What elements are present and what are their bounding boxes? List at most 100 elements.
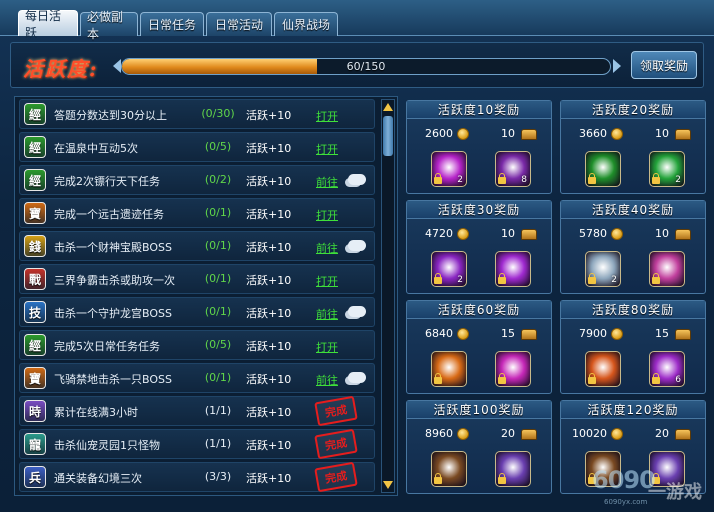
reward-item-icon[interactable]: [495, 351, 531, 387]
reward-item-icon[interactable]: [495, 451, 531, 487]
task-action-link[interactable]: 打开: [316, 273, 338, 289]
task-row: 戰三界争霸击杀或助攻一次 (0/1) 活跃+10 打开: [19, 264, 375, 294]
tab-5[interactable]: 仙界战场: [274, 12, 338, 36]
treasure-chest-icon: [675, 429, 691, 440]
site-watermark: 6090 一游戏 6090yx.com: [588, 466, 708, 510]
reward-title: 活跃度30奖励: [407, 201, 551, 219]
reward-gold-amount: 4720: [425, 227, 453, 240]
tab-3[interactable]: 日常任务: [140, 12, 204, 36]
scroll-down-icon[interactable]: [383, 481, 393, 489]
claim-reward-button[interactable]: 领取奖励: [631, 51, 697, 79]
task-progress: (0/30): [201, 107, 235, 120]
task-list-scrollbar[interactable]: [381, 99, 395, 493]
task-action-link[interactable]: 前往: [316, 306, 338, 322]
watermark-text: 一游戏: [648, 482, 702, 503]
task-category-icon: 寶: [24, 202, 46, 224]
task-progress: (0/1): [204, 272, 232, 285]
reward-item-icon[interactable]: [585, 351, 621, 387]
activity-progress-text: 60/150: [346, 60, 386, 73]
reward-box: 活跃度60奖励 6840 15: [406, 300, 552, 394]
task-points: 活跃+10: [246, 472, 292, 485]
activity-progress-bar: 60/150: [121, 58, 611, 75]
task-row: 時累计在线满3小时 (1/1) 活跃+10 完成: [19, 395, 375, 427]
task-action-link[interactable]: 打开: [316, 141, 338, 157]
task-points: 活跃+10: [246, 241, 292, 254]
task-progress: (0/5): [204, 338, 232, 351]
reward-gold-amount: 6840: [425, 327, 453, 340]
lock-icon: [588, 273, 596, 284]
task-action-link[interactable]: 前往: [316, 174, 338, 190]
task-list: 經答题分数达到30分以上 (0/30) 活跃+10 打开經在温泉中互动5次 (0/5) 活…: [14, 96, 398, 496]
item-quantity: 2: [675, 175, 681, 185]
reward-item-icon[interactable]: 8: [495, 151, 531, 187]
bar-left-arrow-icon: [113, 59, 121, 73]
reward-box: 活跃度10奖励 2600 10 2 8: [406, 100, 552, 194]
completed-stamp: 完成: [314, 395, 358, 427]
task-points: 活跃+10: [246, 340, 292, 353]
scroll-up-icon[interactable]: [383, 103, 393, 111]
task-row: 技击杀一个守护龙宫BOSS (0/1) 活跃+10 前往: [19, 297, 375, 327]
item-quantity: 8: [521, 175, 527, 185]
task-name: 击杀仙宠灵园1只怪物: [54, 439, 160, 452]
task-points: 活跃+10: [246, 142, 292, 155]
reward-item-icon[interactable]: 6: [649, 351, 685, 387]
reward-item-icon[interactable]: 2: [431, 151, 467, 187]
fly-cloud-icon[interactable]: [348, 240, 366, 251]
reward-box: 活跃度40奖励 5780 10 2: [560, 200, 706, 294]
task-progress: (0/1): [204, 371, 232, 384]
task-category-icon: 經: [24, 103, 46, 125]
reward-chest-count: 10: [501, 127, 515, 140]
scroll-thumb[interactable]: [383, 116, 393, 156]
reward-chest-count: 10: [655, 227, 669, 240]
lock-icon: [434, 173, 442, 184]
lock-icon: [434, 373, 442, 384]
reward-chest-count: 10: [501, 227, 515, 240]
tab-4[interactable]: 日常活动: [206, 12, 272, 36]
task-row: 錢击杀一个财神宝殿BOSS (0/1) 活跃+10 前往: [19, 231, 375, 261]
task-row: 經完成5次日常任务任务 (0/5) 活跃+10 打开: [19, 330, 375, 360]
task-points: 活跃+10: [246, 175, 292, 188]
reward-item-icon[interactable]: [431, 351, 467, 387]
task-action-link[interactable]: 打开: [316, 207, 338, 223]
reward-item-icon[interactable]: [431, 451, 467, 487]
reward-title: 活跃度40奖励: [561, 201, 705, 219]
window-frame: 每日活跃 必做副本 日常任务 日常活动 仙界战场 活跃度: 60/150 领取奖励 經答…: [0, 0, 714, 512]
reward-item-icon[interactable]: [585, 151, 621, 187]
reward-chest-count: 10: [655, 127, 669, 140]
task-name: 完成2次镖行天下任务: [54, 175, 160, 188]
task-category-icon: 經: [24, 169, 46, 191]
task-category-icon: 寵: [24, 433, 46, 455]
lock-icon: [498, 473, 506, 484]
fly-cloud-icon[interactable]: [348, 174, 366, 185]
reward-item-icon[interactable]: [495, 251, 531, 287]
treasure-chest-icon: [675, 329, 691, 340]
lock-icon: [434, 473, 442, 484]
task-name: 通关装备幻境三次: [54, 472, 142, 485]
reward-item-icon[interactable]: 2: [431, 251, 467, 287]
reward-box: 活跃度80奖励 7900 15 6: [560, 300, 706, 394]
tab-2[interactable]: 必做副本: [80, 10, 138, 41]
reward-box: 活跃度100奖励 8960 20: [406, 400, 552, 494]
reward-item-icon[interactable]: 2: [585, 251, 621, 287]
task-progress: (3/3): [204, 470, 232, 483]
reward-item-icon[interactable]: 2: [649, 151, 685, 187]
tab-bar: 每日活跃 必做副本 日常任务 日常活动 仙界战场: [18, 9, 338, 41]
gold-coin-icon: [611, 128, 623, 140]
task-points: 活跃+10: [246, 109, 292, 122]
lock-icon: [652, 373, 660, 384]
fly-cloud-icon[interactable]: [348, 372, 366, 383]
task-action-link[interactable]: 打开: [316, 108, 338, 124]
reward-item-icon[interactable]: [649, 251, 685, 287]
task-name: 击杀一个守护龙宫BOSS: [54, 307, 172, 320]
item-quantity: 2: [611, 275, 617, 285]
task-action-link[interactable]: 前往: [316, 372, 338, 388]
task-action-link[interactable]: 前往: [316, 240, 338, 256]
tab-1[interactable]: 每日活跃: [18, 9, 78, 40]
gold-coin-icon: [457, 228, 469, 240]
reward-title: 活跃度120奖励: [561, 401, 705, 419]
task-category-icon: 兵: [24, 466, 46, 488]
lock-icon: [498, 173, 506, 184]
fly-cloud-icon[interactable]: [348, 306, 366, 317]
task-progress: (0/1): [204, 305, 232, 318]
task-action-link[interactable]: 打开: [316, 339, 338, 355]
